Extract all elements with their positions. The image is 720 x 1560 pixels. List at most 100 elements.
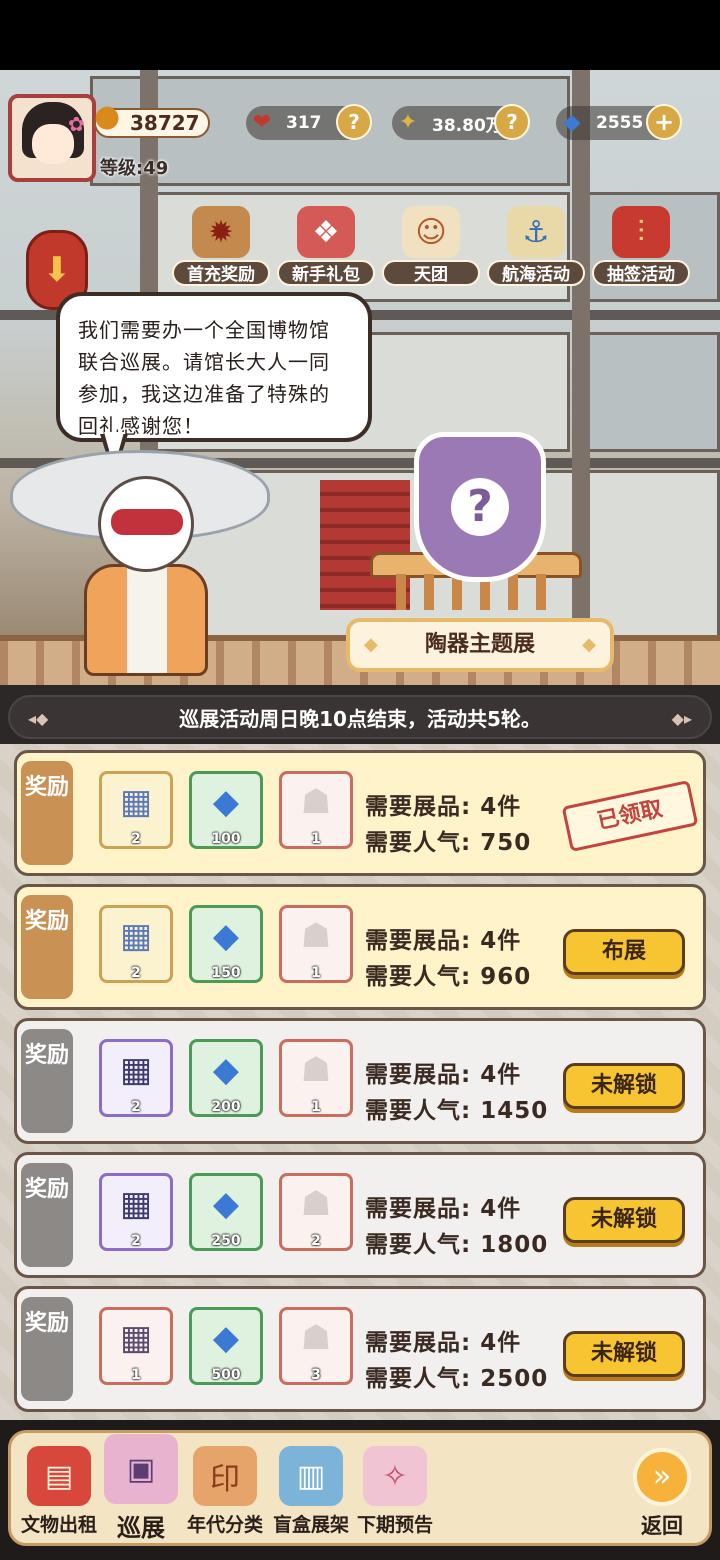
item-count: 2 bbox=[131, 1099, 141, 1115]
gem-icon: ◆ bbox=[212, 782, 240, 822]
gem-icon: ◆ bbox=[563, 109, 581, 135]
coin-icon: ✦ bbox=[398, 109, 418, 135]
banner-text: 巡展活动周日晚10点结束，活动共5轮。 bbox=[179, 707, 541, 731]
nav-blind-box-shelf[interactable]: ▥ 盲盒展架 bbox=[268, 1446, 354, 1537]
locked-button[interactable]: 未解锁 bbox=[563, 1331, 685, 1377]
item-count: 1 bbox=[311, 831, 321, 847]
reward-card: 奖励 ▦ 1 ◆ 500 ☗ 3 需要展品: 4件 需要人气: 2500 未解锁 bbox=[14, 1286, 706, 1412]
status-bar bbox=[0, 0, 720, 70]
add-gems-button[interactable]: + bbox=[646, 104, 682, 140]
help-button[interactable]: ? bbox=[336, 104, 372, 140]
gem-item[interactable]: ◆ 250 bbox=[189, 1173, 263, 1251]
heart-icon: ❤ bbox=[252, 109, 272, 135]
nav-next-preview[interactable]: ✧ 下期预告 bbox=[352, 1446, 438, 1537]
mystery-scroll-item[interactable]: ▦ 2 bbox=[99, 1039, 173, 1117]
exhibit-button[interactable]: 布展 bbox=[563, 929, 685, 975]
back-button[interactable]: » 返回 bbox=[630, 1448, 694, 1540]
mystery-scroll-item[interactable]: ▦ 2 bbox=[99, 905, 173, 983]
gift-box-icon: ❖ bbox=[297, 206, 355, 258]
scroll-book-icon: ▤ bbox=[27, 1446, 91, 1506]
locked-button[interactable]: 未解锁 bbox=[563, 1197, 685, 1243]
nav-touring-exhibit[interactable]: ▣ 巡展 bbox=[98, 1434, 184, 1543]
nav-relic-rental[interactable]: ▤ 文物出租 bbox=[16, 1446, 102, 1537]
flower-icon: ✿ bbox=[68, 112, 85, 136]
nav-label: 巡展 bbox=[117, 1514, 165, 1542]
gem-item[interactable]: ◆ 200 bbox=[189, 1039, 263, 1117]
ghost-figure-icon: ☗ bbox=[300, 1050, 332, 1090]
mystery-scroll-item[interactable]: ▦ 2 bbox=[99, 1173, 173, 1251]
required-popularity: 需要人气: 1450 bbox=[365, 1098, 549, 1124]
item-count: 3 bbox=[311, 1367, 321, 1383]
gem-icon: ◆ bbox=[212, 916, 240, 956]
gem-item[interactable]: ◆ 150 bbox=[189, 905, 263, 983]
item-count: 2 bbox=[311, 1233, 321, 1249]
nav-label: 盲盒展架 bbox=[272, 1514, 349, 1536]
item-count: 2 bbox=[131, 831, 141, 847]
shortcut-label: 首充奖励 bbox=[172, 260, 270, 286]
item-count: 150 bbox=[211, 965, 241, 981]
reward-card: 奖励 ▦ 2 ◆ 100 ☗ 1 需要展品: 4件 需要人气: 750 已领取 bbox=[14, 750, 706, 876]
required-items: 需要展品: 4件 bbox=[365, 1196, 522, 1222]
nav-label: 文物出租 bbox=[20, 1514, 97, 1536]
locked-button[interactable]: 未解锁 bbox=[563, 1063, 685, 1109]
figure-item[interactable]: ☗ 2 bbox=[279, 1173, 353, 1251]
required-popularity: 需要人气: 1800 bbox=[365, 1232, 549, 1258]
exhibit-theme-label: 陶器主题展 bbox=[346, 618, 614, 672]
player-avatar[interactable]: ✿ bbox=[8, 94, 96, 182]
item-count: 1 bbox=[131, 1367, 141, 1383]
nav-label: 年代分类 bbox=[186, 1514, 263, 1536]
dialog-bubble: 我们需要办一个全国博物馆联合巡展。请馆长大人一同参加，我这边准备了特殊的回礼感谢… bbox=[56, 292, 372, 442]
player-level: 等级:49 bbox=[100, 158, 169, 179]
nav-label: 下期预告 bbox=[356, 1514, 433, 1536]
nav-era-category[interactable]: 印 年代分类 bbox=[182, 1446, 268, 1537]
shortcut-label: 航海活动 bbox=[487, 260, 585, 286]
coins-value: 38.80万 bbox=[432, 115, 503, 136]
figure-item[interactable]: ☗ 3 bbox=[279, 1307, 353, 1385]
item-count: 100 bbox=[211, 831, 241, 847]
gem-item[interactable]: ◆ 500 bbox=[189, 1307, 263, 1385]
figure-item[interactable]: ☗ 1 bbox=[279, 771, 353, 849]
reward-side-label: 奖励 bbox=[21, 895, 73, 999]
gems-value: 2555 bbox=[596, 113, 644, 133]
event-banner: ◂◆ 巡展活动周日晚10点结束，活动共5轮。 ◆▸ bbox=[8, 695, 712, 739]
arrow-left-icon: ◂◆ bbox=[28, 709, 49, 728]
mystery-scroll-item[interactable]: ▦ 2 bbox=[99, 771, 173, 849]
gems-counter: ◆ 2555 + bbox=[556, 104, 682, 140]
item-count: 1 bbox=[311, 965, 321, 981]
reward-card: 奖励 ▦ 2 ◆ 150 ☗ 1 需要展品: 4件 需要人气: 960 布展 bbox=[14, 884, 706, 1010]
shortcut-newbie-pack[interactable]: ❖ 新手礼包 bbox=[277, 206, 375, 286]
scroll-icon: ▦ bbox=[119, 1184, 153, 1224]
gem-icon: ◆ bbox=[212, 1050, 240, 1090]
gem-item[interactable]: ◆ 100 bbox=[189, 771, 263, 849]
shortcut-team[interactable]: ☺ 天团 bbox=[382, 206, 480, 286]
coins-counter: ✦ 38.80万 ? bbox=[392, 104, 530, 140]
scroll-icon: ▦ bbox=[119, 1318, 153, 1358]
figure-item[interactable]: ☗ 1 bbox=[279, 905, 353, 983]
scroll-icon: ▦ bbox=[119, 1050, 153, 1090]
gold-counter: ● 38727 bbox=[94, 102, 210, 138]
question-mark-icon: ? bbox=[451, 478, 509, 536]
shortcut-first-recharge[interactable]: ✹ 首充奖励 bbox=[172, 206, 270, 286]
item-count: 500 bbox=[211, 1367, 241, 1383]
required-popularity: 需要人气: 750 bbox=[365, 830, 532, 856]
required-items: 需要展品: 4件 bbox=[365, 1330, 522, 1356]
mystery-scroll-item[interactable]: ▦ 1 bbox=[99, 1307, 173, 1385]
fox-mask-character bbox=[10, 450, 270, 680]
shortcut-lottery[interactable]: ⫶ 抽签活动 bbox=[592, 206, 690, 286]
anchor-icon: ⚓ bbox=[507, 206, 565, 258]
item-count: 2 bbox=[131, 965, 141, 981]
item-count: 2 bbox=[131, 1233, 141, 1249]
help-button[interactable]: ? bbox=[494, 104, 530, 140]
reward-card: 奖励 ▦ 2 ◆ 250 ☗ 2 需要展品: 4件 需要人气: 1800 未解锁 bbox=[14, 1152, 706, 1278]
mystery-vase[interactable]: ? bbox=[410, 432, 550, 592]
team-icon: ☺ bbox=[402, 206, 460, 258]
shortcut-voyage[interactable]: ⚓ 航海活动 bbox=[487, 206, 585, 286]
figure-item[interactable]: ☗ 1 bbox=[279, 1039, 353, 1117]
ghost-figure-icon: ☗ bbox=[300, 1318, 332, 1358]
required-items: 需要展品: 4件 bbox=[365, 794, 522, 820]
scroll-icon: ▦ bbox=[119, 782, 153, 822]
hearts-value: 317 bbox=[286, 113, 322, 133]
character-robe bbox=[84, 564, 208, 676]
item-count: 250 bbox=[211, 1233, 241, 1249]
fox-mask bbox=[98, 476, 194, 572]
